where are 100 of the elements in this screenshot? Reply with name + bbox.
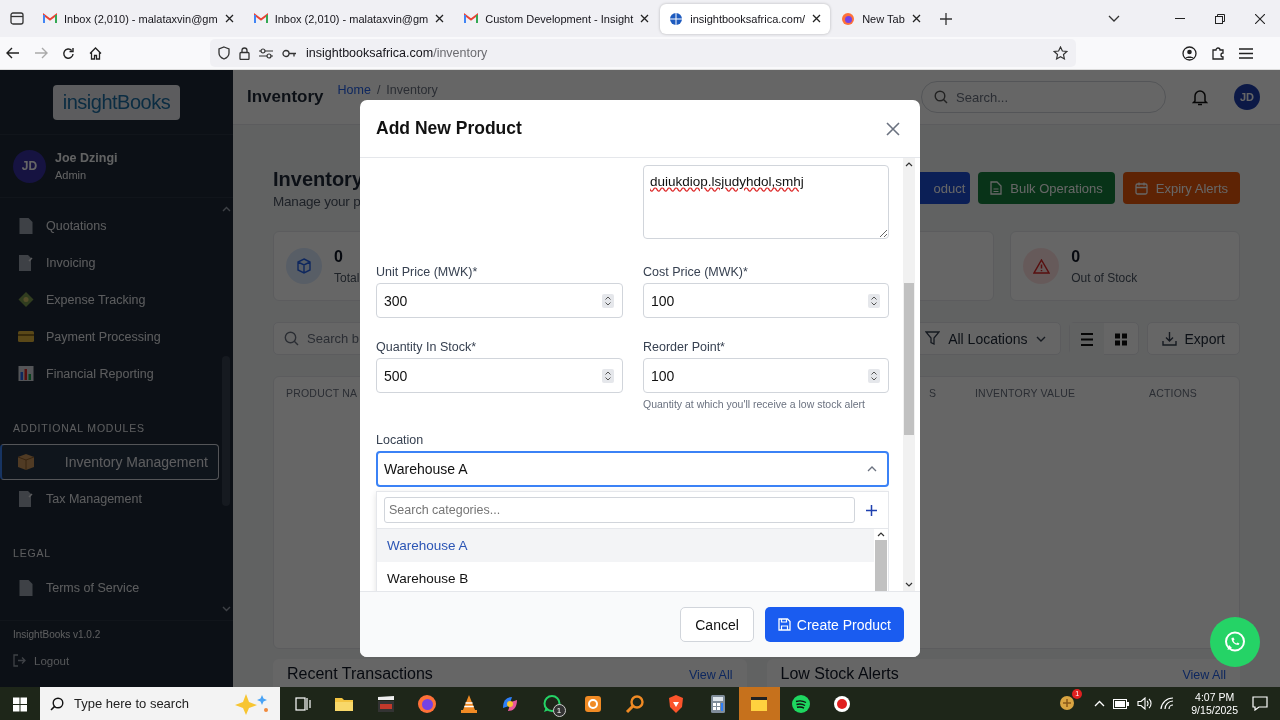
- field-label: Cost Price (MWK)*: [643, 264, 749, 280]
- wifi-icon[interactable]: [1160, 697, 1176, 710]
- taskbar-button[interactable]: [738, 687, 780, 720]
- magnifier-icon: [624, 693, 645, 714]
- browser-tab[interactable]: New Tab: [832, 3, 930, 34]
- sliders-icon[interactable]: [259, 47, 273, 59]
- home-icon[interactable]: [89, 46, 102, 60]
- user-name: Joe Dzingi: [55, 151, 118, 165]
- browser-tab[interactable]: Inbox (2,010) - malataxvin@gm: [244, 3, 454, 34]
- tab-title: Inbox (2,010) - malataxvin@gm: [274, 12, 429, 25]
- restore-icon[interactable]: [1215, 13, 1225, 24]
- bell-icon[interactable]: [1192, 88, 1208, 106]
- new-tab-icon[interactable]: [939, 12, 952, 25]
- user-avatar[interactable]: JD: [1234, 84, 1260, 110]
- battery-icon[interactable]: [1113, 698, 1130, 709]
- location-select[interactable]: Warehouse A: [376, 451, 889, 487]
- menu-icon[interactable]: [1239, 47, 1253, 59]
- close-icon[interactable]: [640, 14, 650, 23]
- sidebar-item[interactable]: Financial Reporting: [0, 355, 219, 392]
- tab-list-icon[interactable]: [10, 12, 24, 25]
- browser-icon: [417, 693, 438, 714]
- browser-tab[interactable]: insightbooksafrica.com/: [660, 3, 831, 34]
- sidebar-item[interactable]: Payment Processing: [0, 318, 219, 355]
- number-field[interactable]: 100: [643, 283, 889, 318]
- close-icon[interactable]: [911, 14, 921, 23]
- column-header: PRODUCT NA: [286, 387, 359, 399]
- scrollbar-thumb[interactable]: [875, 540, 887, 591]
- sidebar-item[interactable]: Tax Management: [0, 480, 219, 517]
- field-hint: Quantity at which you'll receive a low stock alert: [643, 398, 867, 410]
- chevron-down-icon[interactable]: [1108, 15, 1120, 22]
- cancel-button[interactable]: Cancel: [680, 607, 754, 642]
- export-button[interactable]: Export: [1146, 322, 1240, 355]
- page-subtitle: Manage your p: [273, 193, 362, 209]
- sidebar-item[interactable]: Invoicing: [0, 244, 219, 281]
- chevron-down-icon[interactable]: [905, 582, 913, 587]
- taskbar-button[interactable]: 1: [531, 687, 573, 720]
- document-icon: [18, 579, 34, 596]
- browser-icon: [841, 11, 856, 26]
- star-icon[interactable]: [1053, 46, 1068, 60]
- browser-tab[interactable]: Inbox (2,010) - malataxvin@gm: [34, 3, 243, 34]
- version-text: InsightBooks v1.0.2: [13, 629, 102, 640]
- spinner-icon[interactable]: [602, 293, 614, 308]
- stat-value: 0: [334, 247, 344, 266]
- notification-badge: 1: [552, 704, 566, 717]
- number-field[interactable]: 300: [376, 283, 623, 318]
- sidebar-item[interactable]: Quotations: [0, 207, 219, 244]
- close-icon[interactable]: [1255, 13, 1265, 24]
- field-label: Unit Price (MWK)*: [376, 264, 479, 280]
- list-view-icon[interactable]: [1069, 323, 1104, 356]
- stat-label: Total: [334, 270, 360, 285]
- address-bar[interactable]: insightbooksafrica.com/inventory: [210, 39, 1076, 67]
- description-field[interactable]: duiukdiop.lsjudyhdol,smhj: [643, 165, 889, 239]
- close-icon[interactable]: [435, 14, 445, 23]
- chevron-up-icon[interactable]: [877, 532, 885, 537]
- column-header: INVENTORY VALUE: [975, 387, 1077, 399]
- stat-value: 0: [1071, 247, 1082, 266]
- dropdown-option[interactable]: Warehouse B: [377, 562, 874, 591]
- chat-button[interactable]: [1210, 617, 1260, 667]
- reload-icon[interactable]: [62, 46, 75, 60]
- account-icon[interactable]: [1182, 45, 1197, 61]
- sidebar-item[interactable]: Inventory Management: [0, 444, 219, 480]
- spinner-icon[interactable]: [868, 293, 880, 308]
- clock-date[interactable]: 9/15/2025: [1191, 703, 1238, 717]
- sidebar-item[interactable]: Terms of Service: [0, 569, 219, 606]
- field-label: Reorder Point*: [643, 339, 726, 355]
- number-field[interactable]: 100: [643, 358, 889, 393]
- tab-title: Custom Development - Insight: [485, 12, 634, 25]
- chevron-up-icon[interactable]: [905, 162, 913, 167]
- plus-icon[interactable]: [866, 504, 877, 516]
- key-icon[interactable]: [282, 48, 297, 58]
- notifications-icon[interactable]: [1252, 696, 1268, 711]
- close-icon[interactable]: [812, 14, 822, 23]
- number-field[interactable]: 500: [376, 358, 623, 393]
- page-header-title: Inventory: [247, 87, 324, 107]
- spinner-icon[interactable]: [868, 368, 880, 383]
- clock-time[interactable]: 4:07 PM: [1195, 690, 1235, 704]
- search-field[interactable]: Search categories...: [384, 497, 855, 523]
- bar-chart-icon: [18, 366, 34, 381]
- card-icon: [18, 331, 34, 342]
- sidebar-item[interactable]: Expense Tracking: [0, 281, 219, 318]
- tray-app-icon[interactable]: [1058, 693, 1077, 710]
- shield-icon[interactable]: [218, 46, 230, 60]
- record-icon: [832, 693, 853, 714]
- dialog-title: Add New Product: [376, 118, 522, 139]
- tab-title: Inbox (2,010) - malataxvin@gm: [64, 12, 218, 25]
- download-icon: [1161, 331, 1177, 346]
- section-heading: ADDITIONAL MODULES: [13, 422, 146, 434]
- create-product-button[interactable]: Create Product: [764, 607, 904, 642]
- back-icon[interactable]: [6, 47, 20, 59]
- taskbar-search[interactable]: Type here to search: [40, 687, 280, 720]
- dropdown-option[interactable]: Warehouse A: [377, 529, 874, 562]
- puzzle-icon[interactable]: [1211, 46, 1225, 60]
- browser-tab[interactable]: Custom Development - Insight: [455, 3, 659, 34]
- mail-icon: [43, 13, 57, 24]
- close-icon[interactable]: [224, 14, 234, 23]
- speaker-icon[interactable]: [1137, 697, 1153, 710]
- document-icon: [18, 217, 34, 234]
- lock-icon[interactable]: [239, 46, 250, 60]
- spinner-icon[interactable]: [602, 368, 614, 383]
- scrollbar-thumb[interactable]: [904, 283, 914, 435]
